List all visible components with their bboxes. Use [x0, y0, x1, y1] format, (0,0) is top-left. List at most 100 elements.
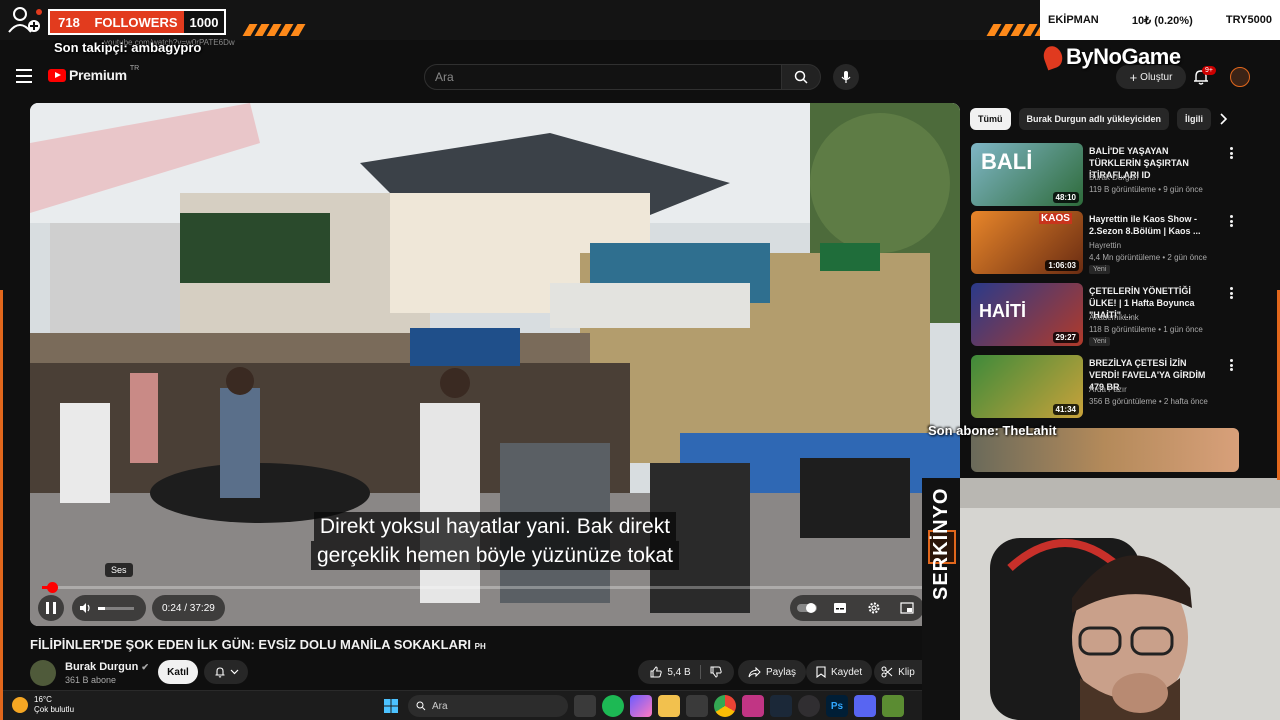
subtitles-button[interactable] — [827, 595, 853, 621]
thumbs-down-icon[interactable] — [710, 666, 722, 678]
progress-bar[interactable] — [42, 582, 948, 593]
steam-icon[interactable] — [770, 695, 792, 717]
video-title: FİLİPİNLER'DE ŞOK EDEN İLK GÜN: EVSİZ DO… — [30, 637, 486, 652]
share-icon — [748, 666, 761, 677]
recommendation-thumbnail[interactable]: KAOS 1:06:03 — [971, 211, 1083, 274]
new-badge: Yeni — [1089, 265, 1111, 274]
store-icon[interactable] — [686, 695, 708, 717]
recommendation-item[interactable]: BALİ 48:10 BALİ'DE YAŞAYAN TÜRKLERİN ŞAŞ… — [971, 143, 1233, 209]
volume-slider[interactable] — [98, 606, 134, 610]
hamburger-menu-icon[interactable] — [16, 69, 32, 83]
thumbs-up-icon — [650, 666, 662, 678]
save-label: Kaydet — [831, 666, 863, 678]
spotify-icon[interactable] — [602, 695, 624, 717]
save-button[interactable]: Kaydet — [806, 660, 873, 684]
bookmark-icon — [816, 666, 826, 678]
time-display: 0:24 / 37:29 — [152, 595, 225, 621]
recommendation-item[interactable]: HAİTİ 29:27 ÇETELERİN YÖNETTİĞİ ÜLKE! | … — [971, 283, 1233, 349]
recommendation-thumbnail[interactable]: BALİ 48:10 — [971, 143, 1083, 206]
video-player[interactable]: Direkt yoksul hayatlar yani. Bak direkt … — [30, 103, 960, 626]
recommendation-title[interactable]: Hayrettin ile Kaos Show - 2.Sezon 8.Bölü… — [1089, 213, 1217, 237]
subscribe-notifications-button[interactable] — [204, 660, 248, 684]
subtitle-caption: Direkt yoksul hayatlar yani. Bak direkt … — [30, 512, 960, 570]
media-app-icon[interactable] — [742, 695, 764, 717]
weather-icon — [12, 697, 28, 713]
share-button[interactable]: Paylaş — [738, 660, 807, 684]
search-input[interactable]: Ara — [424, 64, 782, 90]
chip-all[interactable]: Tümü — [970, 108, 1011, 130]
video-duration: 48:10 — [1052, 192, 1079, 203]
related-filter-chips: Tümü Burak Durgun adlı yükleyiciden İlgi… — [970, 108, 1212, 130]
copilot-icon[interactable] — [630, 695, 652, 717]
thumbnail-art: HAİTİ — [979, 301, 1026, 321]
voice-search-button[interactable] — [833, 64, 859, 90]
task-view-icon[interactable] — [574, 695, 596, 717]
minecraft-icon[interactable] — [882, 695, 904, 717]
settings-button[interactable] — [861, 595, 887, 621]
more-options-icon[interactable] — [1229, 215, 1233, 227]
messenger-icon[interactable] — [854, 695, 876, 717]
recommendation-item[interactable]: KAOS 1:06:03 Hayrettin ile Kaos Show - 2… — [971, 211, 1233, 277]
recommendation-thumbnail[interactable]: 41:34 — [971, 355, 1083, 418]
chip-related[interactable]: İlgili — [1177, 108, 1212, 130]
user-add-icon — [8, 7, 42, 33]
chevron-right-icon[interactable] — [1216, 112, 1230, 126]
play-pause-button[interactable] — [38, 595, 64, 621]
last-follower: Son takipçi: ambagypro — [54, 40, 202, 55]
video-duration: 1:06:03 — [1045, 260, 1079, 271]
search-icon — [794, 70, 808, 84]
channel-subscribers: 361 B abone — [65, 675, 117, 685]
recommendation-thumbnail[interactable]: HAİTİ 29:27 — [971, 283, 1083, 346]
channel-avatar[interactable] — [30, 660, 56, 686]
search-button[interactable] — [781, 64, 821, 90]
windows-start-icon[interactable] — [380, 695, 402, 717]
recommendation-channel[interactable]: Hayrettin — [1089, 241, 1121, 250]
bynogame-mark-icon — [1040, 43, 1066, 71]
equipment-goal: TRY5000 — [1225, 14, 1272, 26]
photoshop-icon[interactable]: Ps — [826, 695, 848, 717]
thumbnail-art: KAOS — [1039, 213, 1072, 224]
autoplay-toggle-icon — [796, 603, 817, 613]
chrome-icon[interactable] — [714, 695, 736, 717]
create-label: Oluştur — [1140, 71, 1173, 83]
weather-widget[interactable]: 16°C Çok bulutlu — [12, 695, 74, 715]
account-avatar[interactable] — [1230, 67, 1250, 87]
notifications-badge: 9+ — [1202, 66, 1216, 75]
equipment-label: EKİPMAN — [1048, 14, 1099, 26]
equipment-value: 10₺ (0.20%) — [1131, 14, 1193, 27]
obs-icon[interactable] — [798, 695, 820, 717]
chip-from-uploader[interactable]: Burak Durgun adlı yükleyiciden — [1018, 108, 1170, 130]
logo-region: TR — [129, 64, 140, 72]
more-options-icon[interactable] — [1229, 147, 1233, 159]
recommendation-channel[interactable]: Arda Pazır — [1089, 385, 1127, 394]
chevron-down-icon — [230, 669, 238, 675]
taskbar-search[interactable]: Ara — [408, 695, 568, 717]
plus-icon: + — [1129, 69, 1138, 85]
pause-icon — [46, 602, 56, 614]
like-button[interactable]: 5,4 B — [650, 666, 691, 678]
miniplayer-button[interactable] — [894, 595, 920, 621]
webcam-feed — [960, 478, 1280, 720]
progress-scrubber[interactable] — [46, 582, 58, 593]
join-button[interactable]: Katıl — [158, 660, 198, 684]
volume-icon — [80, 603, 90, 613]
youtube-premium-logo[interactable]: Premium TR — [48, 64, 140, 83]
channel-name[interactable]: Burak Durgun ✔ — [65, 661, 149, 673]
overlay-stripes-right — [986, 24, 1050, 36]
volume-button[interactable] — [72, 595, 98, 621]
right-controls — [790, 595, 924, 621]
recommendation-channel[interactable]: AkademikLink — [1089, 313, 1139, 322]
file-explorer-icon[interactable] — [658, 695, 680, 717]
clip-button[interactable]: Klip — [874, 660, 922, 684]
autoplay-toggle[interactable] — [794, 595, 820, 621]
screen: 718 FOLLOWERS 1000 EKİPMAN 10₺ (0.20%) T… — [0, 0, 1280, 720]
volume-control[interactable] — [72, 595, 146, 621]
streamer-name: SERKİNYO — [930, 487, 952, 600]
recommendation-channel[interactable]: Burak Durgun — [1089, 173, 1138, 182]
more-options-icon[interactable] — [1229, 287, 1233, 299]
recommendation-item[interactable]: 41:34 BREZİLYA ÇETESİ İZİN VERDİ! FAVELA… — [971, 355, 1233, 421]
like-count: 5,4 B — [667, 666, 691, 678]
verified-icon: ✔ — [141, 662, 149, 672]
followers-current: 718 — [50, 11, 88, 33]
more-options-icon[interactable] — [1229, 359, 1233, 371]
